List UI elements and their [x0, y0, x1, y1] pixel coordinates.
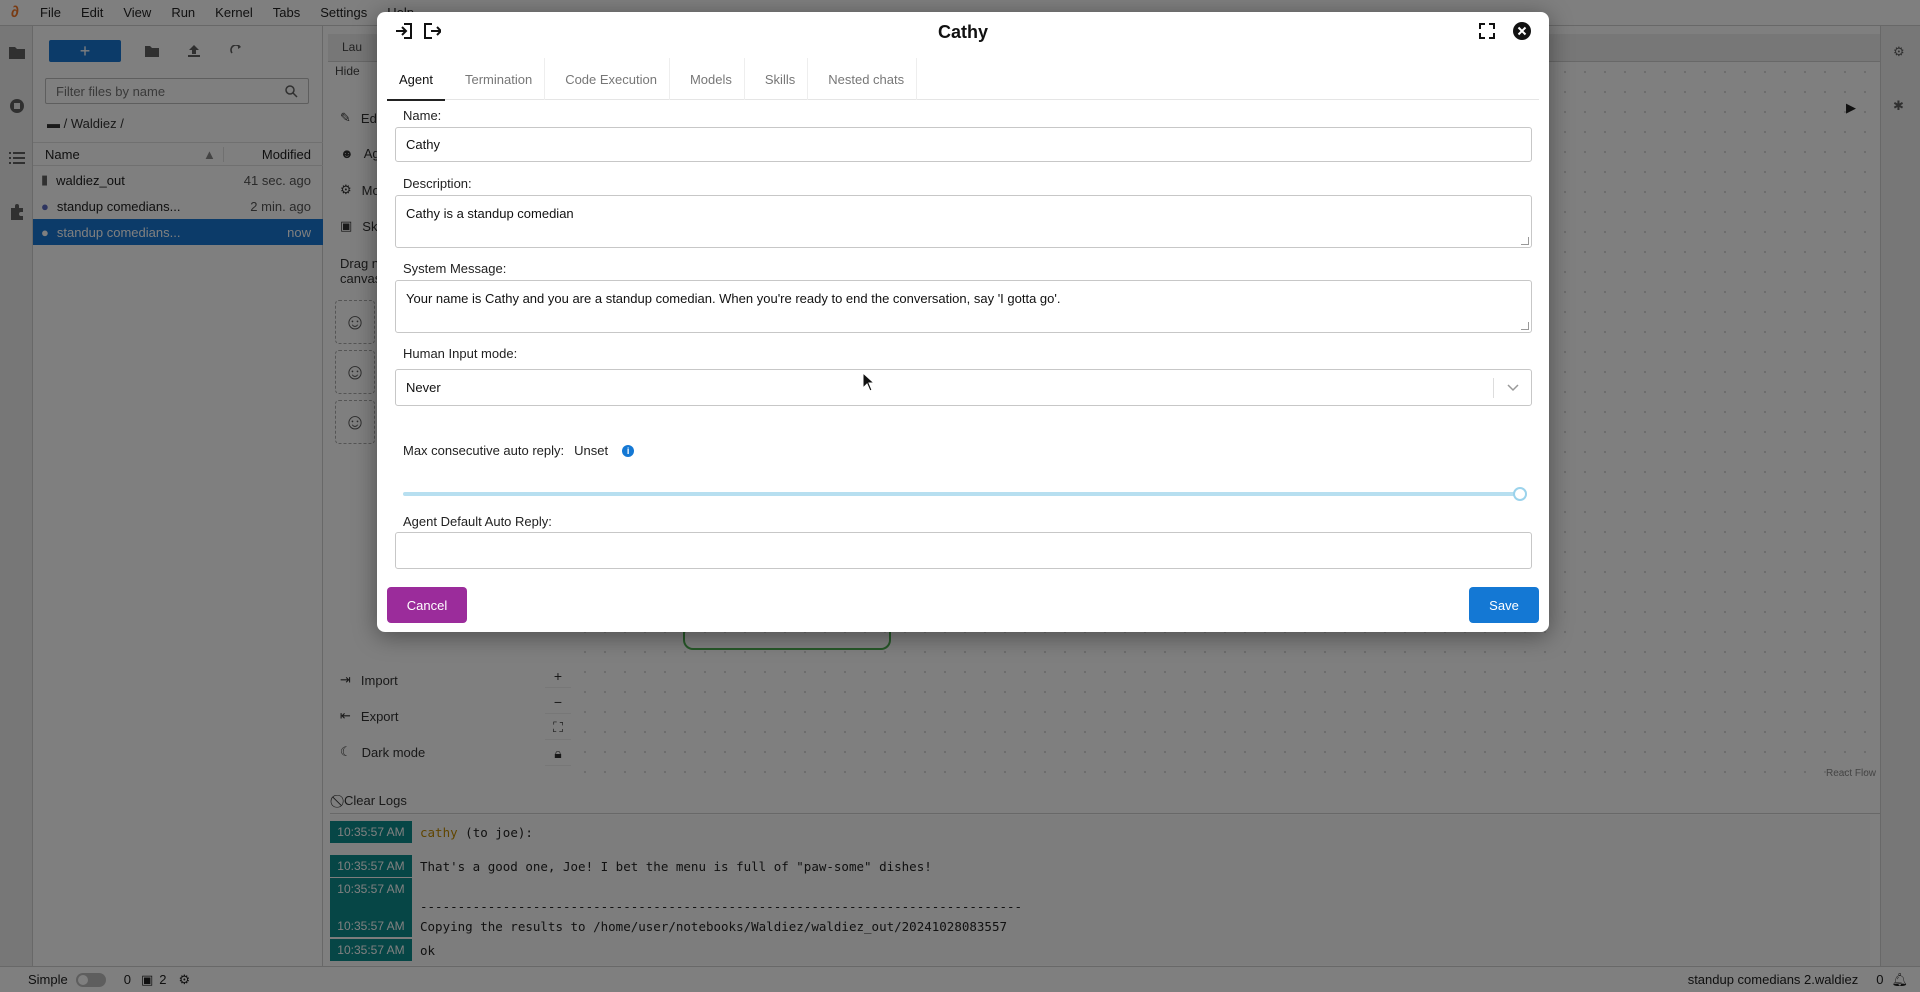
max-reply-slider[interactable]: [403, 492, 1520, 496]
default-reply-label: Agent Default Auto Reply:: [403, 514, 552, 529]
mouse-cursor-icon: [862, 371, 876, 395]
tab-nested-chats[interactable]: Nested chats: [816, 58, 918, 100]
tab-models[interactable]: Models: [678, 58, 745, 100]
human-input-value: Never: [406, 380, 441, 395]
name-value: Cathy: [406, 137, 440, 152]
close-icon[interactable]: [1511, 20, 1533, 42]
max-reply-value: Unset: [574, 443, 609, 458]
tab-code-execution[interactable]: Code Execution: [553, 58, 670, 100]
max-reply-label: Max consecutive auto reply:: [403, 443, 565, 458]
save-button[interactable]: Save: [1469, 587, 1539, 623]
description-field[interactable]: Cathy is a standup comedian: [395, 195, 1532, 248]
human-input-label: Human Input mode:: [403, 346, 518, 361]
system-message-label: System Message:: [403, 261, 507, 276]
name-field[interactable]: Cathy: [395, 127, 1532, 162]
max-reply-row: Max consecutive auto reply: Unset i: [403, 443, 635, 458]
default-reply-field[interactable]: [395, 532, 1532, 569]
tab-agent[interactable]: Agent: [387, 58, 445, 101]
tab-termination[interactable]: Termination: [453, 58, 546, 100]
system-message-field[interactable]: Your name is Cathy and you are a standup…: [395, 280, 1532, 333]
cancel-button[interactable]: Cancel: [387, 587, 467, 623]
resize-handle[interactable]: [1521, 322, 1529, 330]
human-input-select[interactable]: Never: [395, 369, 1532, 406]
description-value: Cathy is a standup comedian: [406, 206, 574, 221]
chevron-down-icon[interactable]: [1493, 377, 1531, 398]
name-label: Name:: [403, 108, 442, 123]
tab-skills[interactable]: Skills: [753, 58, 809, 100]
slider-handle[interactable]: [1513, 487, 1527, 501]
modal-title: Cathy: [937, 22, 988, 42]
resize-handle[interactable]: [1521, 237, 1529, 245]
modal-tabs: Agent Termination Code Execution Models …: [387, 58, 1539, 101]
fullscreen-icon[interactable]: [1476, 20, 1498, 42]
description-label: Description:: [403, 176, 472, 191]
agent-modal: Cathy Agent Termination Code Execution M…: [377, 12, 1549, 632]
system-message-value: Your name is Cathy and you are a standup…: [406, 291, 1061, 306]
info-icon[interactable]: i: [622, 444, 635, 457]
